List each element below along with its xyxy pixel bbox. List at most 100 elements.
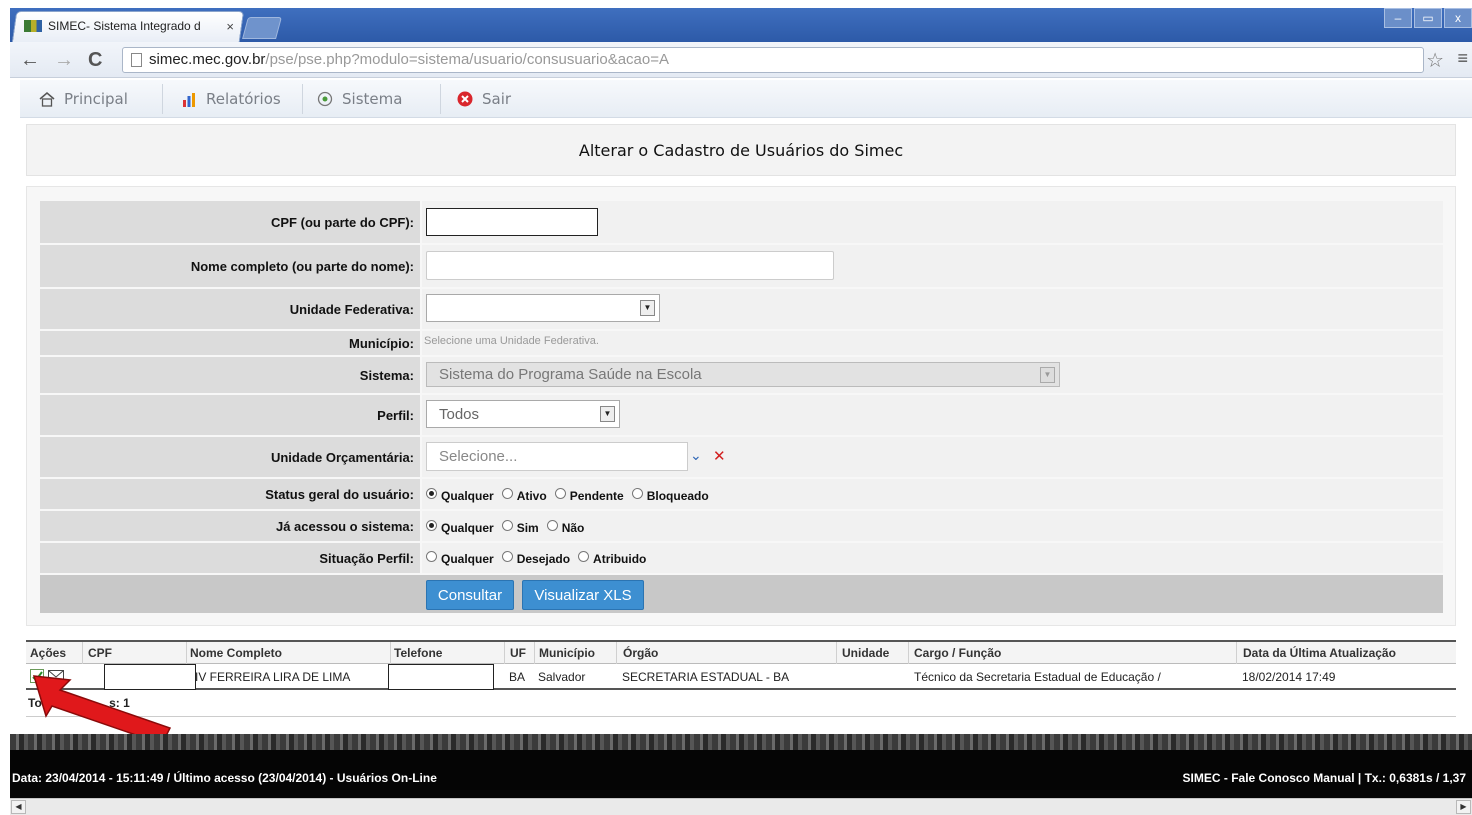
menu-principal-label: Principal: [64, 90, 128, 108]
cell-orgao: SECRETARIA ESTADUAL - BA: [622, 670, 790, 684]
cpf-input[interactable]: [426, 208, 598, 236]
bookmark-star-icon[interactable]: ☆: [1426, 48, 1444, 73]
cpf-label: CPF (ou parte do CPF):: [40, 201, 420, 243]
cell-municipio: Salvador: [538, 670, 586, 684]
col-separator: [836, 642, 837, 665]
acessou-label: Já acessou o sistema:: [40, 511, 420, 541]
radio[interactable]: [501, 520, 513, 531]
menu-separator: [440, 84, 441, 114]
col-cargo: Cargo / Função: [914, 646, 1002, 660]
nome-input[interactable]: [426, 251, 834, 280]
radio[interactable]: [426, 551, 437, 562]
reports-icon: [180, 90, 198, 108]
visualizar-xls-button[interactable]: Visualizar XLS: [522, 580, 644, 610]
status-label: Status geral do usuário:: [40, 479, 420, 509]
status-option[interactable]: Ativo: [501, 488, 547, 503]
new-tab-button[interactable]: [242, 17, 282, 39]
uf-select[interactable]: ▼: [426, 294, 660, 322]
status-option[interactable]: Pendente: [554, 488, 624, 503]
situacao-radio-group: Qualquer Desejado Atribuido: [426, 551, 654, 566]
menu-relatorios[interactable]: Relatórios: [180, 89, 281, 109]
consultar-button[interactable]: Consultar: [426, 580, 514, 610]
forward-button[interactable]: →: [54, 50, 74, 70]
menu-principal[interactable]: Principal: [38, 89, 128, 109]
col-nome: Nome Completo: [190, 646, 283, 660]
status-option[interactable]: Qualquer: [426, 488, 494, 503]
situacao-label: Situação Perfil:: [40, 543, 420, 573]
chevron-down-icon[interactable]: ⌄: [690, 447, 702, 464]
sistema-label: Sistema:: [40, 357, 420, 393]
col-separator: [534, 642, 535, 665]
col-telefone: Telefone: [394, 646, 443, 660]
col-cpf: CPF: [88, 646, 112, 660]
menu-separator: [162, 84, 163, 114]
tab-title: SIMEC- Sistema Integrado d: [48, 19, 201, 33]
cell-uf: BA: [509, 670, 526, 684]
status-option[interactable]: Bloqueado: [631, 488, 709, 503]
footer-status: Data: 23/04/2014 - 15:11:49 / Último ace…: [12, 771, 437, 785]
radio-selected[interactable]: [426, 488, 437, 499]
cell-cargo: Técnico da Secretaria Estadual de Educaç…: [914, 670, 1161, 684]
unidade-placeholder: Selecione...: [439, 448, 518, 465]
tab-close-icon[interactable]: ×: [226, 19, 234, 34]
col-separator: [390, 642, 391, 665]
footer: Data: 23/04/2014 - 15:11:49 / Último ace…: [10, 750, 1472, 798]
col-unidade: Unidade: [842, 646, 890, 660]
browser-toolbar: ← → C simec.mec.gov.br/pse/pse.php?modul…: [10, 42, 1472, 78]
footer-links[interactable]: SIMEC - Fale Conosco Manual | Tx.: 0,638…: [1183, 771, 1466, 785]
page-title-box: Alterar o Cadastro de Usuários do Simec: [26, 124, 1456, 176]
col-separator: [616, 642, 617, 665]
chevron-down-icon: ▼: [1040, 366, 1055, 383]
acessou-option[interactable]: Qualquer: [426, 520, 494, 535]
clear-icon[interactable]: ✕: [713, 447, 726, 465]
address-bar[interactable]: simec.mec.gov.br/pse/pse.php?modulo=sist…: [122, 47, 1424, 73]
table-header: Ações CPF Nome Completo Telefone UF Muni…: [26, 640, 1456, 665]
browser-tab-content[interactable]: SIMEC- Sistema Integrado d ×: [24, 17, 234, 35]
app-menu-bar: Principal Relatórios Sistema Sair: [20, 80, 1472, 118]
radio[interactable]: [554, 488, 566, 499]
radio[interactable]: [578, 551, 590, 562]
unidade-combobox[interactable]: Selecione...: [426, 442, 688, 471]
radio[interactable]: [501, 488, 513, 499]
menu-sair-label: Sair: [482, 90, 512, 108]
situacao-option[interactable]: Atribuido: [578, 551, 646, 566]
browser-menu-icon[interactable]: ≡: [1457, 48, 1468, 69]
maximize-button[interactable]: ▭: [1414, 8, 1442, 28]
radio[interactable]: [501, 551, 513, 562]
cell-data: 18/02/2014 17:49: [1242, 670, 1336, 684]
window-controls: – ▭ x: [1382, 8, 1472, 30]
chevron-down-icon[interactable]: ▼: [600, 406, 615, 422]
table-row: IV FERREIRA LIRA DE LIMA BA Salvador SEC…: [26, 664, 1456, 690]
col-orgao: Órgão: [623, 646, 659, 660]
scroll-right-icon[interactable]: ▶: [1456, 800, 1471, 814]
col-separator: [186, 642, 187, 665]
chevron-down-icon[interactable]: ▼: [640, 300, 655, 316]
back-button[interactable]: ←: [20, 50, 40, 70]
perfil-select[interactable]: Todos ▼: [426, 400, 620, 428]
situacao-option[interactable]: Desejado: [501, 551, 570, 566]
menu-sair[interactable]: Sair: [456, 89, 511, 109]
uf-label: Unidade Federativa:: [40, 289, 420, 329]
telefone-redacted: [388, 664, 494, 690]
cell-nome: IV FERREIRA LIRA DE LIMA: [195, 670, 351, 684]
menu-sistema[interactable]: Sistema: [316, 89, 402, 109]
acessou-option[interactable]: Não: [546, 520, 584, 535]
radio[interactable]: [546, 520, 558, 531]
municipio-hint: Selecione uma Unidade Federativa.: [424, 335, 599, 347]
status-radio-group: Qualquer Ativo Pendente Bloqueado: [426, 488, 717, 503]
minimize-button[interactable]: –: [1384, 8, 1412, 28]
situacao-option[interactable]: Qualquer: [426, 551, 494, 566]
perfil-select-value: Todos: [439, 405, 480, 423]
horizontal-scrollbar[interactable]: ◀ ▶: [10, 798, 1472, 815]
url-path: /pse/pse.php?modulo=sistema/usuario/cons…: [265, 51, 670, 68]
perfil-label: Perfil:: [40, 395, 420, 435]
sistema-select: Sistema do Programa Saúde na Escola ▼: [426, 362, 1060, 387]
acessou-option[interactable]: Sim: [501, 520, 539, 535]
reload-button[interactable]: C: [88, 50, 102, 70]
scroll-left-icon[interactable]: ◀: [11, 800, 26, 814]
radio-selected[interactable]: [426, 520, 437, 531]
col-separator: [82, 642, 83, 665]
close-window-button[interactable]: x: [1444, 8, 1472, 28]
radio[interactable]: [631, 488, 643, 499]
acessou-radio-group: Qualquer Sim Não: [426, 520, 592, 535]
